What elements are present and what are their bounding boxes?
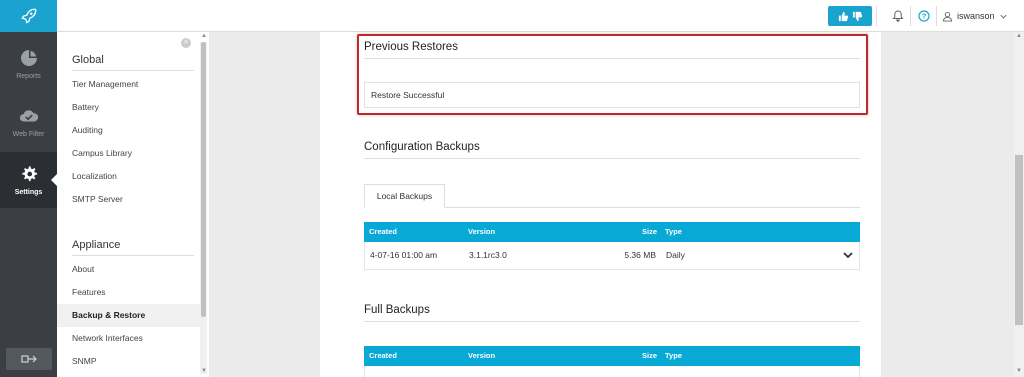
pie-chart-icon xyxy=(19,48,39,68)
config-table-header: Created Version Size Type xyxy=(364,222,860,242)
cell-created: 4-07-16 01:00 am xyxy=(370,250,438,260)
column-type[interactable]: Type xyxy=(665,222,682,242)
column-size[interactable]: Size xyxy=(642,222,657,242)
column-type[interactable]: Type xyxy=(665,346,682,366)
table-row[interactable]: 4-07-16 01:00 am 3.1.1rc3.0 5.36 MB Dail… xyxy=(364,242,860,270)
divider xyxy=(876,6,877,26)
cell-version: 3.1.1rc3.0 xyxy=(469,250,507,260)
user-menu[interactable]: iswanson xyxy=(942,6,1008,26)
chevron-down-icon xyxy=(999,14,1007,19)
configuration-backups-title: Configuration Backups xyxy=(364,141,860,159)
column-version[interactable]: Version xyxy=(468,222,495,242)
app-rail: Reports Web Filter Settings xyxy=(0,0,57,377)
rocket-logo[interactable] xyxy=(0,0,57,32)
sidebar-item-smtp-server[interactable]: SMTP Server xyxy=(57,188,200,211)
divider xyxy=(910,6,911,26)
svg-text:?: ? xyxy=(922,12,927,21)
column-created[interactable]: Created xyxy=(369,346,397,366)
sidebar-heading-global: Global xyxy=(72,54,194,71)
user-icon xyxy=(942,11,953,22)
sidebar-scroll-thumb[interactable] xyxy=(201,42,206,317)
scroll-down-icon[interactable]: ▼ xyxy=(201,368,207,374)
sidebar-item-tier-management[interactable]: Tier Management xyxy=(57,73,200,96)
full-table-header: Created Version Size Type xyxy=(364,346,860,366)
settings-sidebar: × Global Tier Management Battery Auditin… xyxy=(57,32,209,377)
cell-type: Daily xyxy=(666,250,685,260)
username: iswanson xyxy=(957,11,995,21)
help-button[interactable]: ? xyxy=(916,8,932,24)
sidebar-item-auditing[interactable]: Auditing xyxy=(57,119,200,142)
sidebar-heading-appliance: Appliance xyxy=(72,239,194,256)
cloud-check-icon xyxy=(19,106,39,126)
sidebar-item-battery[interactable]: Battery xyxy=(57,96,200,119)
rocket-icon xyxy=(21,8,36,24)
feedback-button[interactable] xyxy=(828,6,872,26)
tab-local-backups[interactable]: Local Backups xyxy=(364,184,445,208)
rail-label-settings: Settings xyxy=(14,189,43,196)
scroll-up-icon[interactable]: ▲ xyxy=(1016,33,1022,39)
rail-item-web-filter[interactable]: Web Filter xyxy=(0,94,57,150)
page-scroll-thumb[interactable] xyxy=(1015,155,1023,325)
scroll-up-icon[interactable]: ▲ xyxy=(201,33,207,39)
chevron-down-icon[interactable] xyxy=(842,249,854,261)
sidebar-item-network-interfaces[interactable]: Network Interfaces xyxy=(57,327,200,350)
thumbs-down-icon xyxy=(852,11,862,21)
sidebar-item-backup-restore[interactable]: Backup & Restore xyxy=(57,304,200,327)
exit-icon xyxy=(21,355,37,363)
close-icon[interactable]: × xyxy=(181,38,191,48)
full-backups-title: Full Backups xyxy=(364,304,860,322)
sidebar-item-localization[interactable]: Localization xyxy=(57,165,200,188)
sidebar-item-campus-library[interactable]: Campus Library xyxy=(57,142,200,165)
highlight-annotation xyxy=(357,34,868,115)
column-created[interactable]: Created xyxy=(369,222,397,242)
logout-button[interactable] xyxy=(6,348,52,370)
column-size[interactable]: Size xyxy=(642,346,657,366)
rail-item-settings[interactable]: Settings xyxy=(0,152,57,208)
rail-label-reports: Reports xyxy=(16,73,41,80)
help-icon: ? xyxy=(918,10,930,22)
sidebar-item-features[interactable]: Features xyxy=(57,281,200,304)
thumbs-up-icon xyxy=(838,11,848,21)
scroll-down-icon[interactable]: ▼ xyxy=(1016,368,1022,374)
top-bar: ? iswanson xyxy=(57,0,1024,32)
sidebar-item-about[interactable]: About xyxy=(57,258,200,281)
rail-item-reports[interactable]: Reports xyxy=(0,36,57,92)
notifications-button[interactable] xyxy=(890,8,906,24)
sidebar-item-snmp[interactable]: SNMP xyxy=(57,350,200,373)
full-table-body xyxy=(364,366,860,377)
rail-label-web-filter: Web Filter xyxy=(12,131,45,138)
bell-icon xyxy=(892,10,904,22)
gear-icon xyxy=(19,164,39,184)
divider xyxy=(936,6,937,26)
cell-size: 5.36 MB xyxy=(624,250,656,260)
column-version[interactable]: Version xyxy=(468,346,495,366)
